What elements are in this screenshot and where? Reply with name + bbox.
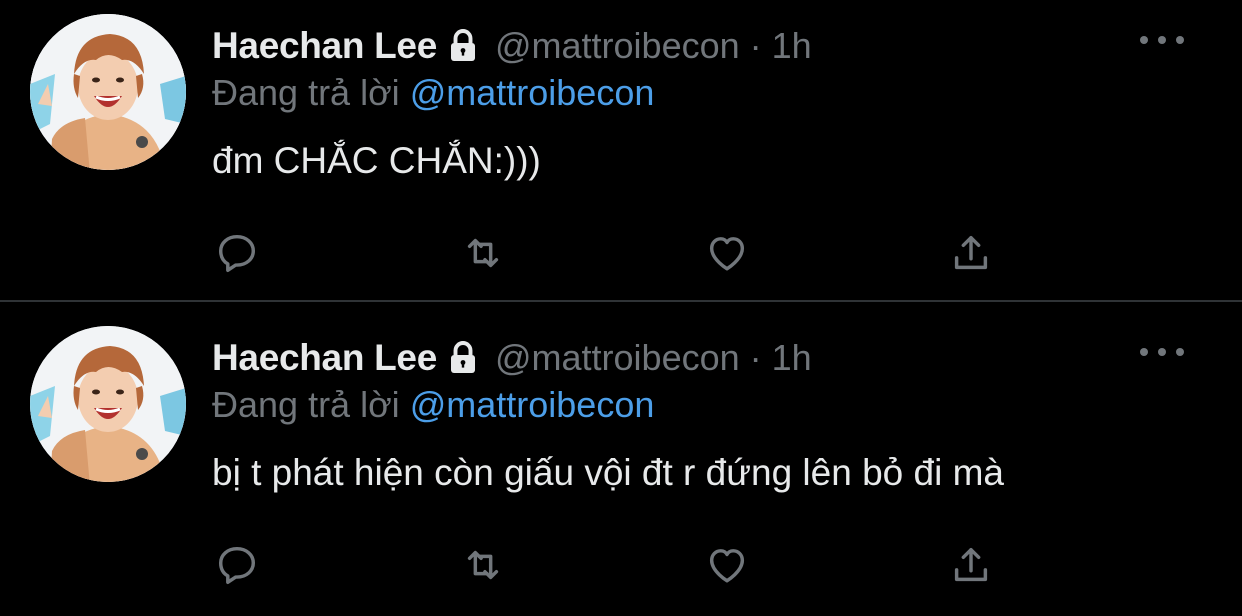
reply-prefix: Đang trả lời [212,72,400,113]
tweet[interactable]: Haechan Lee @mattroibecon · 1h Đang trả … [0,0,1242,300]
timestamp[interactable]: 1h [772,337,812,379]
tweet-actions [212,540,1012,590]
timestamp[interactable]: 1h [772,25,812,67]
tweet-header: Haechan Lee @mattroibecon · 1h [212,334,812,382]
retweet-icon[interactable] [458,228,508,278]
tweet[interactable]: Haechan Lee @mattroibecon · 1h Đang trả … [0,300,1242,614]
reply-context: Đang trả lời @mattroibecon [212,72,654,114]
share-icon[interactable] [946,540,996,590]
author-name[interactable]: Haechan Lee [212,337,437,379]
separator-dot: · [749,25,762,66]
avatar[interactable] [30,326,186,482]
author-handle[interactable]: @mattroibecon [495,25,740,67]
reply-mention-link[interactable]: @mattroibecon [410,72,655,113]
reply-mention-link[interactable]: @mattroibecon [410,384,655,425]
reply-context: Đang trả lời @mattroibecon [212,384,654,426]
more-icon[interactable] [1140,30,1184,50]
reply-icon[interactable] [212,228,262,278]
heart-icon[interactable] [702,540,752,590]
avatar[interactable] [30,14,186,170]
heart-icon[interactable] [702,228,752,278]
tweet-text: đm CHẮC CHẮN:))) [212,140,541,181]
share-icon[interactable] [946,228,996,278]
author-handle[interactable]: @mattroibecon [495,337,740,379]
separator-dot: · [749,337,762,378]
author-name[interactable]: Haechan Lee [212,25,437,67]
more-icon[interactable] [1140,342,1184,362]
timeline: Haechan Lee @mattroibecon · 1h Đang trả … [0,0,1242,614]
reply-prefix: Đang trả lời [212,384,400,425]
lock-icon [445,340,481,376]
retweet-icon[interactable] [458,540,508,590]
tweet-header: Haechan Lee @mattroibecon · 1h [212,22,812,70]
reply-icon[interactable] [212,540,262,590]
tweet-text: bị t phát hiện còn giấu vội đt r đứng lê… [212,452,1004,493]
lock-icon [445,28,481,64]
tweet-actions [212,228,1012,278]
